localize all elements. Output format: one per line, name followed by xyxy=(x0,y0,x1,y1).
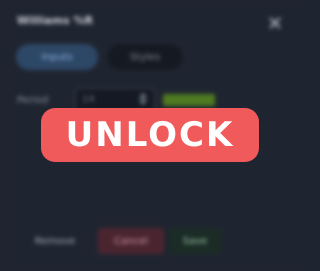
save-button[interactable]: Save xyxy=(169,228,221,254)
tab-styles-label: Styles xyxy=(129,51,161,63)
remove-button[interactable]: Remove xyxy=(22,228,88,254)
unlock-label: UNLOCK xyxy=(65,115,235,155)
unlock-button[interactable]: UNLOCK xyxy=(41,108,259,162)
close-icon[interactable] xyxy=(268,16,282,30)
period-label: Period xyxy=(17,95,49,106)
dialog-title: Williams %R xyxy=(17,14,93,27)
cancel-button[interactable]: Cancel xyxy=(98,228,164,254)
period-value: 14 xyxy=(82,94,95,105)
tab-inputs-label: Inputs xyxy=(41,51,73,63)
stepper-icon[interactable] xyxy=(138,91,148,107)
cancel-button-label: Cancel xyxy=(114,235,148,247)
save-button-label: Save xyxy=(182,235,208,247)
color-swatch[interactable] xyxy=(163,94,215,106)
remove-button-label: Remove xyxy=(34,235,76,247)
tab-styles[interactable]: Styles xyxy=(107,44,183,70)
tab-inputs[interactable]: Inputs xyxy=(16,44,98,70)
